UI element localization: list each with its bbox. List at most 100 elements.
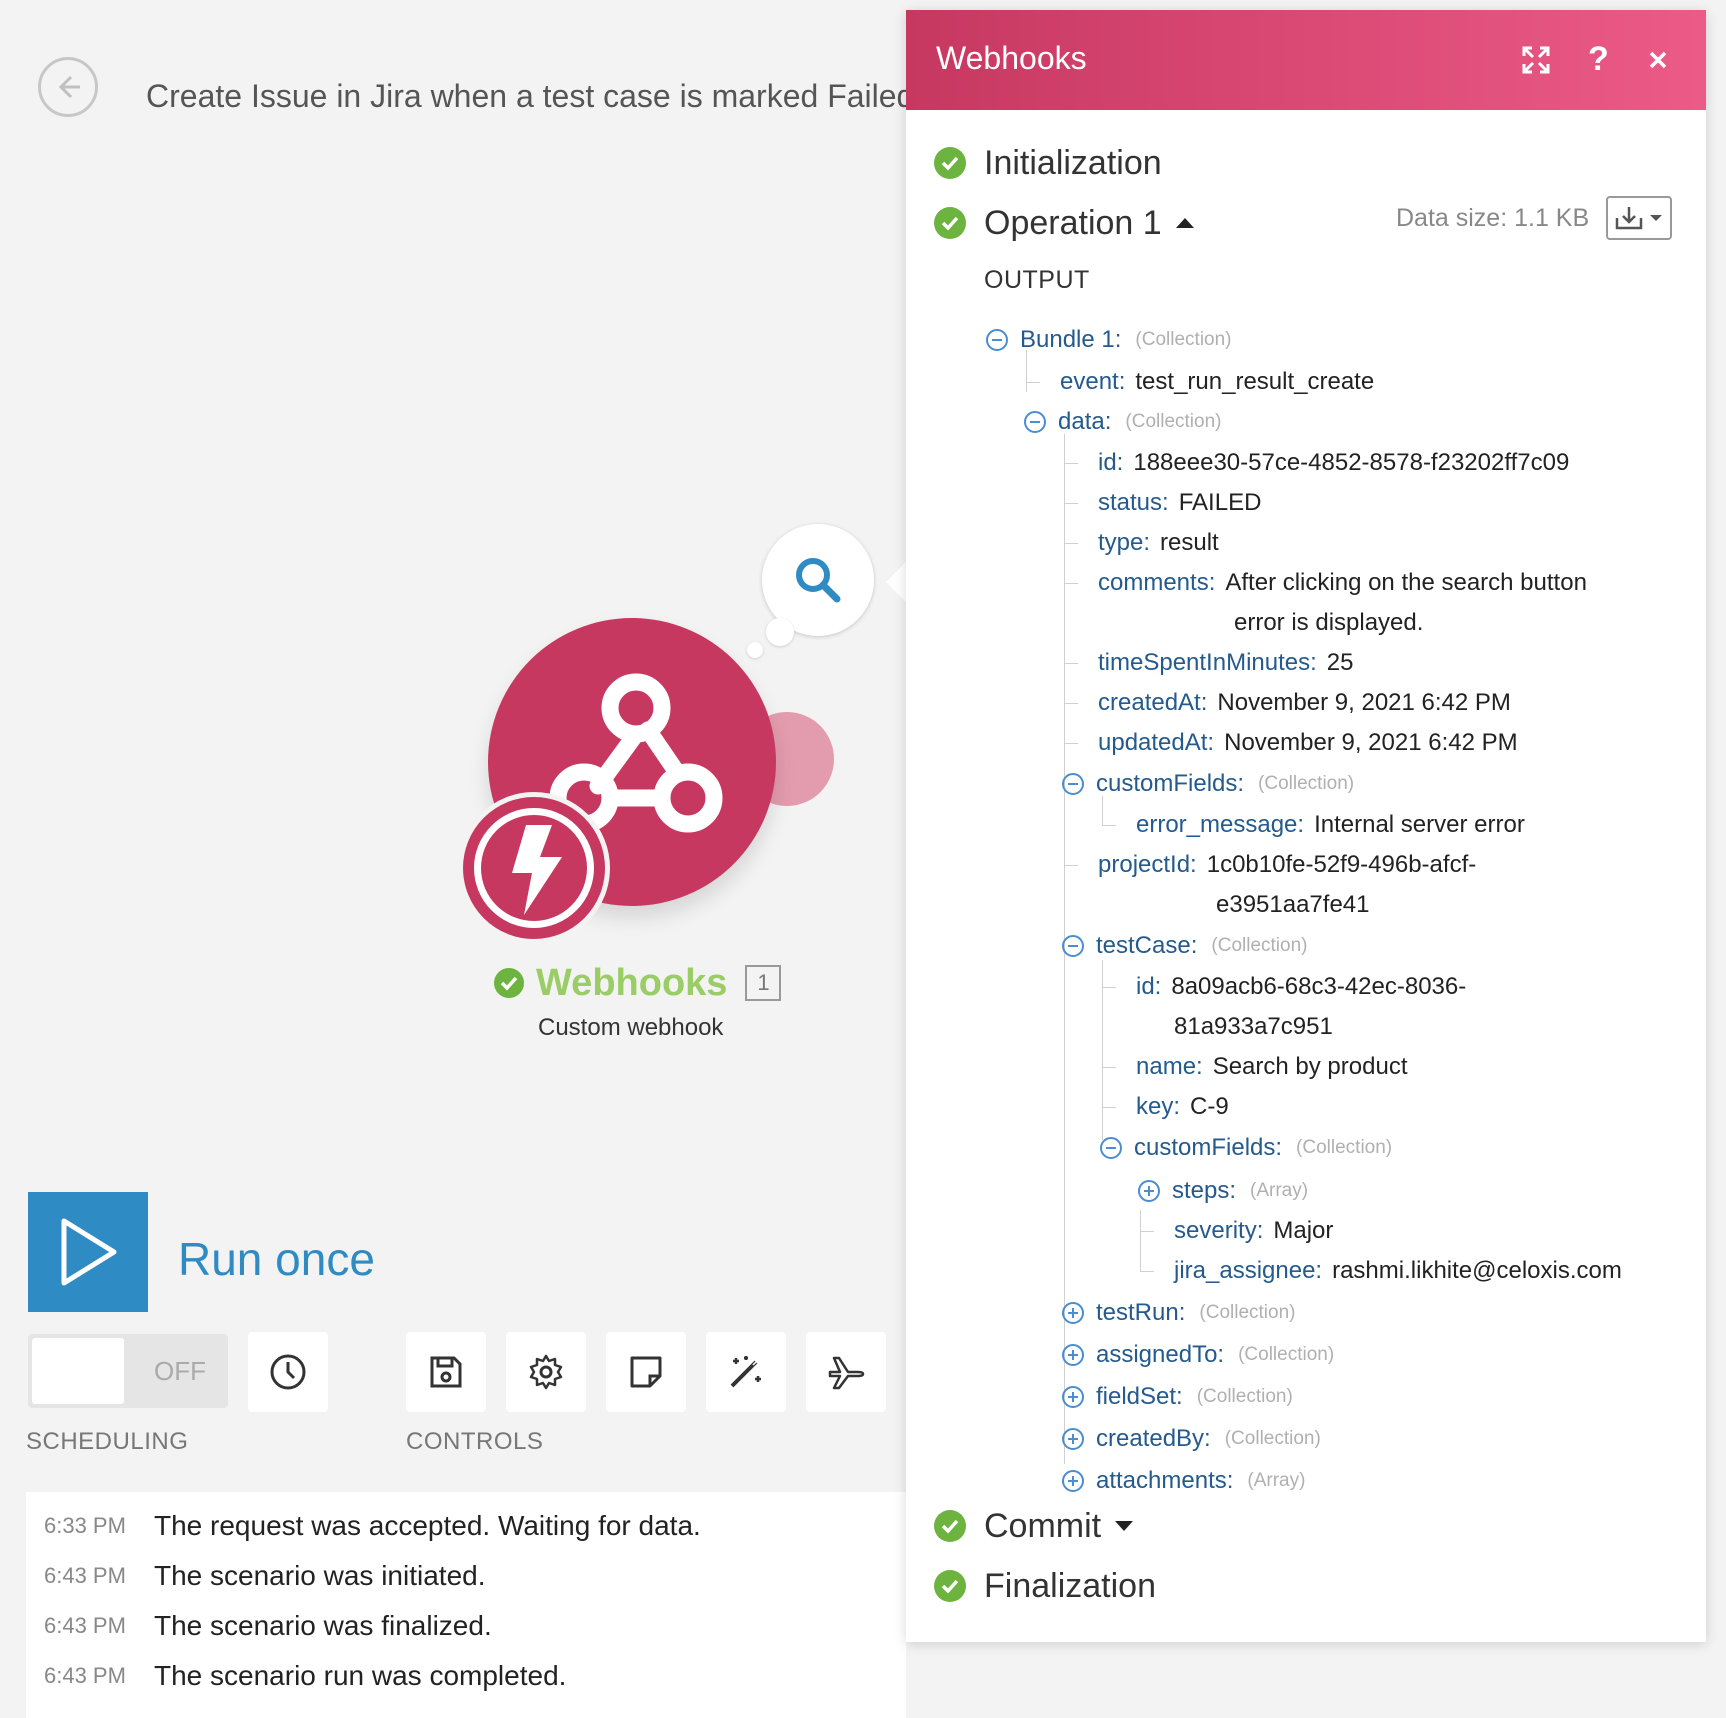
floppy-disk-icon: [430, 1356, 462, 1388]
tree-node-comments: comments: After clicking on the search b…: [1098, 565, 1587, 601]
expand-icon: [1062, 1470, 1084, 1492]
tree-guide: [1102, 1067, 1116, 1068]
expand-icon: [1062, 1386, 1084, 1408]
scheduling-toggle[interactable]: OFF: [28, 1334, 228, 1408]
caret-down-icon: [1115, 1521, 1134, 1531]
tree-node-assigned-to[interactable]: assignedTo: (Collection): [1062, 1337, 1334, 1373]
help-icon: ?: [1588, 40, 1609, 78]
magic-wand-icon: [730, 1356, 761, 1388]
tree-guide: [1026, 382, 1040, 383]
node-type: (Collection): [1135, 329, 1232, 350]
node-key: error_message:: [1136, 811, 1305, 838]
tree-node-field-set[interactable]: fieldSet: (Collection): [1062, 1379, 1293, 1415]
lightning-icon: [512, 825, 562, 915]
node-key: jira_assignee:: [1174, 1257, 1323, 1284]
node-key: key:: [1136, 1093, 1181, 1120]
scenario-settings-button[interactable]: [506, 1332, 586, 1412]
close-button[interactable]: [1638, 40, 1678, 80]
success-check-icon: [494, 968, 524, 998]
tree-node-test-case[interactable]: testCase: (Collection): [1062, 928, 1307, 964]
auto-align-button[interactable]: [706, 1332, 786, 1412]
expand-icon: [1062, 1428, 1084, 1450]
node-value: Major: [1273, 1217, 1334, 1244]
node-value-continuation: 81a933a7c951: [1174, 1013, 1333, 1040]
success-check-icon: [934, 1570, 966, 1602]
webhooks-output-panel: Webhooks ? Initialization Operation 1 Da…: [906, 10, 1706, 1642]
stage-initialization[interactable]: Initialization: [934, 140, 1162, 186]
node-value-continuation: e3951aa7fe41: [1216, 891, 1370, 918]
instant-trigger-badge: [458, 792, 610, 944]
tree-node-steps[interactable]: steps: (Array): [1138, 1173, 1308, 1209]
schedule-settings-button[interactable]: [248, 1332, 328, 1412]
tree-node-data[interactable]: data: (Collection): [1024, 404, 1221, 440]
tree-node-custom-fields[interactable]: customFields: (Collection): [1062, 766, 1354, 802]
tree-node-project-id: projectId: 1c0b10fe-52f9-496b-afcf-: [1098, 847, 1476, 883]
node-type: (Collection): [1125, 411, 1222, 432]
stage-operation[interactable]: Operation 1: [934, 200, 1194, 246]
help-button[interactable]: ?: [1578, 40, 1618, 80]
node-key: createdAt:: [1098, 689, 1208, 716]
toggle-knob: [32, 1338, 124, 1404]
node-type: (Collection): [1238, 1344, 1335, 1365]
note-icon: [630, 1356, 662, 1388]
node-key: assignedTo:: [1096, 1341, 1225, 1368]
node-type: (Collection): [1211, 935, 1308, 956]
execution-log[interactable]: 6:33 PM The request was accepted. Waitin…: [26, 1492, 906, 1718]
node-value: 1c0b10fe-52f9-496b-afcf-: [1206, 851, 1477, 878]
stage-label: Operation 1: [984, 203, 1162, 242]
collapse-icon: [1062, 935, 1084, 957]
collapse-icon: [1024, 411, 1046, 433]
module-id-badge: 1: [745, 965, 782, 1001]
node-key: projectId:: [1098, 851, 1197, 878]
back-button[interactable]: [38, 57, 98, 117]
download-button[interactable]: [1606, 196, 1672, 240]
success-check-icon: [934, 147, 966, 179]
download-dropdown-icon: [1615, 207, 1662, 230]
node-key: createdBy:: [1096, 1425, 1211, 1452]
node-value: C-9: [1190, 1093, 1229, 1120]
tree-guide: [1064, 743, 1078, 744]
stage-label: Initialization: [984, 143, 1162, 182]
run-once-label[interactable]: Run once: [178, 1232, 375, 1286]
module-subtitle: Custom webhook: [538, 1014, 724, 1041]
scheduling-label: SCHEDULING: [26, 1428, 189, 1455]
explain-flow-button[interactable]: [806, 1332, 886, 1412]
close-icon: [1649, 51, 1667, 69]
clock-icon: [270, 1354, 306, 1390]
tree-node-bundle[interactable]: Bundle 1: (Collection): [986, 322, 1232, 358]
tree-node-test-case-custom-fields[interactable]: customFields: (Collection): [1100, 1130, 1392, 1166]
expand-button[interactable]: [1516, 40, 1556, 80]
expand-icon: [1138, 1180, 1160, 1202]
node-value: 188eee30-57ce-4852-8578-f23202ff7c09: [1133, 449, 1570, 476]
panel-title: Webhooks: [936, 40, 1087, 76]
node-type: (Collection): [1196, 1386, 1293, 1407]
log-entry: 6:43 PM The scenario was finalized.: [44, 1606, 492, 1646]
node-value: test_run_result_create: [1135, 368, 1375, 395]
node-key: steps:: [1172, 1177, 1237, 1204]
node-key: testRun:: [1096, 1299, 1186, 1326]
caret-up-icon: [1175, 218, 1194, 228]
node-key: type:: [1098, 529, 1151, 556]
node-key: status:: [1098, 489, 1169, 516]
tree-node-attachments[interactable]: attachments: (Array): [1062, 1463, 1305, 1499]
log-time: 6:33 PM: [44, 1513, 126, 1538]
tree-node-test-case-key: key: C-9: [1136, 1089, 1229, 1125]
node-key: Bundle 1:: [1020, 326, 1122, 353]
tree-node-created-by[interactable]: createdBy: (Collection): [1062, 1421, 1321, 1457]
tree-node-error-message: error_message: Internal server error: [1136, 807, 1525, 843]
tree-node-time-spent: timeSpentInMinutes: 25: [1098, 645, 1353, 681]
stage-finalization[interactable]: Finalization: [934, 1563, 1156, 1609]
notes-button[interactable]: [606, 1332, 686, 1412]
success-check-icon: [934, 1510, 966, 1542]
airplane-icon: [828, 1356, 865, 1390]
run-once-button[interactable]: [28, 1192, 148, 1312]
tree-guide: [1064, 543, 1078, 544]
tree-guide: [1140, 1210, 1141, 1272]
node-key: updatedAt:: [1098, 729, 1215, 756]
save-button[interactable]: [406, 1332, 486, 1412]
tree-node-test-run[interactable]: testRun: (Collection): [1062, 1295, 1295, 1331]
log-entry: 6:33 PM The request was accepted. Waitin…: [44, 1506, 701, 1546]
node-key: attachments:: [1096, 1467, 1234, 1494]
stage-commit[interactable]: Commit: [934, 1503, 1134, 1549]
tree-guide: [1064, 583, 1078, 584]
